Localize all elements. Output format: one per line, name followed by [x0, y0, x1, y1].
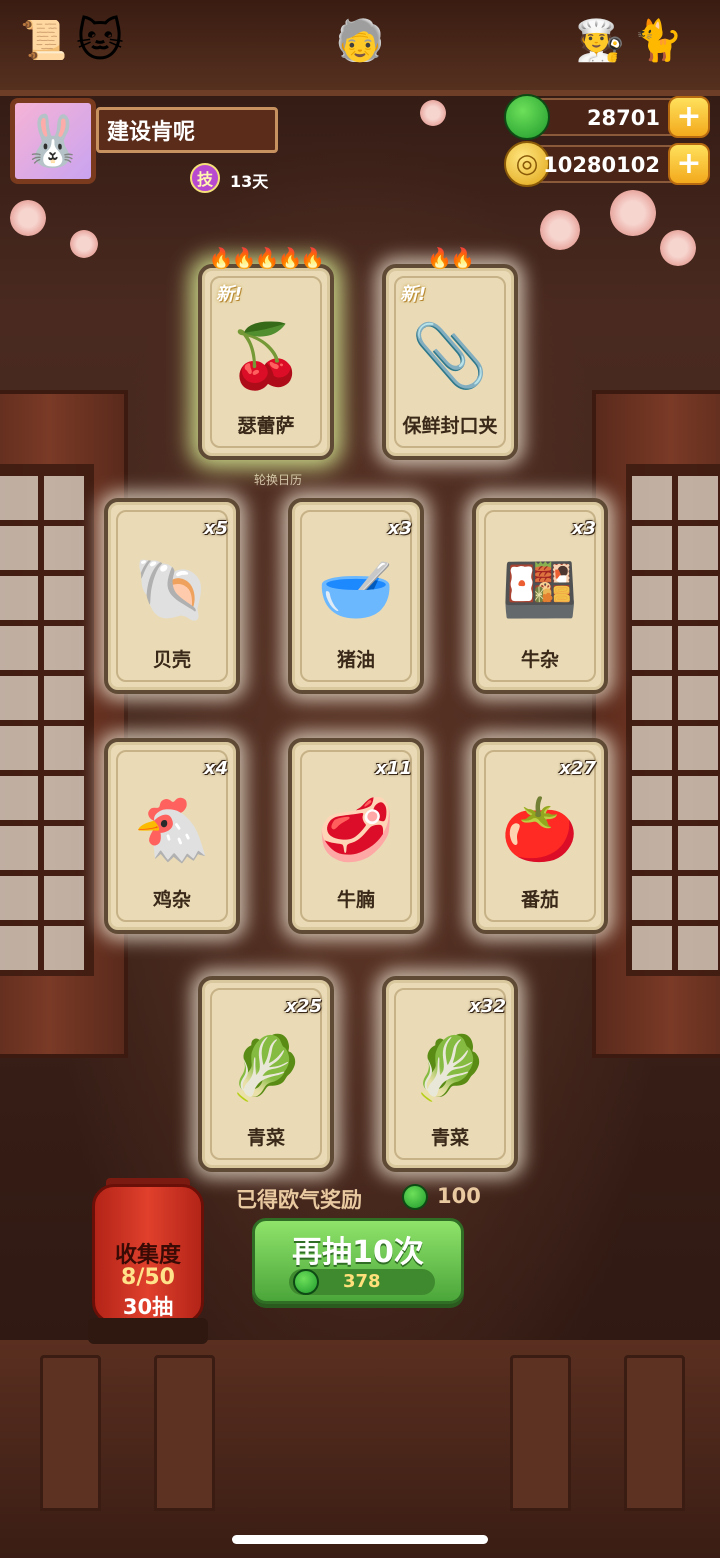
left-pillar [0, 390, 128, 1058]
draw-again-label: 再抽10次 [292, 1235, 424, 1270]
card-label: 瑟蕾萨 [237, 415, 295, 437]
draw-again-button[interactable]: 再抽10次 378 [252, 1218, 464, 1304]
avatar-icon: 🐰 [21, 111, 85, 170]
card-label: 猪油 [336, 649, 375, 671]
card-count: x11 [375, 758, 412, 779]
add-coins-button[interactable]: + [668, 143, 710, 185]
card-count: x3 [571, 518, 596, 539]
white-cat-icon: 🐈 [633, 17, 683, 64]
coin-currency-bar: ◎ 10280102 + [504, 141, 710, 187]
blossom-decoration [10, 200, 46, 236]
rotation-calendar-label: 轮换日历 [254, 473, 303, 487]
player-name-plate: 建设肯呢 [96, 107, 278, 153]
chicken-icon: 🐔 [133, 793, 211, 866]
card-beef-brisket[interactable]: x11 🥩 牛腩 [288, 738, 424, 934]
card-shell[interactable]: x5 🐚 贝壳 [104, 498, 240, 694]
cherry-icon: 🍒 [227, 319, 305, 392]
card-tomato[interactable]: x27 🍅 番茄 [472, 738, 608, 934]
apple-currency-bar: 28701 + [504, 94, 710, 140]
shell-icon: 🐚 [133, 553, 211, 626]
blossom-decoration [610, 190, 656, 236]
card-label: 牛腩 [336, 889, 375, 911]
card-count: x3 [387, 518, 412, 539]
lard-bowl-icon: 🥣 [317, 553, 395, 626]
green-apple-icon [504, 94, 550, 140]
lantern-stand [88, 1318, 208, 1344]
card-lard[interactable]: x3 🥣 猪油 [288, 498, 424, 694]
card-count: x27 [559, 758, 596, 779]
new-badge: 新! [400, 284, 427, 305]
fence-post [154, 1355, 215, 1511]
greens-icon: 🥬 [227, 1031, 305, 1104]
cat-mascot-icon: 🐱 [76, 13, 124, 67]
fence-post [40, 1355, 101, 1511]
green-apple-icon [293, 1269, 319, 1295]
right-lattice-window [626, 464, 720, 976]
card-rare-2[interactable]: 🔥🔥 新! 📎 保鲜封口夹 [382, 246, 518, 460]
card-count: x32 [469, 996, 506, 1017]
card-count: x25 [285, 996, 322, 1017]
card-label: 青菜 [430, 1127, 469, 1149]
apple-amount: 28701 [586, 106, 660, 130]
luck-reward-value: 100 [437, 1184, 481, 1208]
tomato-icon: 🍅 [501, 793, 579, 866]
home-indicator[interactable] [232, 1535, 488, 1544]
right-pillar [592, 390, 720, 1058]
card-label: 鸡杂 [152, 889, 191, 911]
card-label: 番茄 [520, 889, 559, 911]
skill-badge-icon[interactable]: 技 [190, 163, 220, 193]
blossom-decoration [420, 100, 446, 126]
draw-cost-value: 378 [343, 1271, 381, 1292]
new-badge: 新! [216, 284, 243, 305]
seal-clip-icon: 📎 [411, 319, 489, 392]
fence-post [624, 1355, 685, 1511]
floor [0, 1340, 720, 1558]
chef-character-icon: 🧑‍🍳 [575, 17, 625, 64]
flame-rating-icon: 🔥🔥🔥🔥🔥 [208, 246, 326, 270]
flame-rating-icon: 🔥🔥 [427, 246, 475, 270]
left-lattice-window [0, 464, 94, 976]
blossom-decoration [660, 230, 696, 266]
green-apple-icon [402, 1184, 428, 1210]
blossom-decoration [540, 210, 580, 250]
player-name: 建设肯呢 [107, 120, 196, 145]
card-label: 保鲜封口夹 [402, 415, 498, 437]
card-count: x5 [203, 518, 228, 539]
player-avatar[interactable]: 🐰 [10, 98, 96, 184]
days-counter: 13天 [230, 172, 269, 191]
fence-post [510, 1355, 571, 1511]
beef-offal-icon: 🍱 [501, 553, 579, 626]
card-beef-offal[interactable]: x3 🍱 牛杂 [472, 498, 608, 694]
card-count: x4 [203, 758, 228, 779]
beef-brisket-icon: 🥩 [317, 793, 395, 866]
card-chicken-giblets[interactable]: x4 🐔 鸡杂 [104, 738, 240, 934]
collection-draws: 30抽 [122, 1295, 174, 1319]
greens-icon: 🥬 [411, 1031, 489, 1104]
card-greens-2[interactable]: x32 🥬 青菜 [382, 976, 518, 1172]
card-label: 青菜 [246, 1127, 285, 1149]
add-apples-button[interactable]: + [668, 96, 710, 138]
coin-amount: 10280102 [543, 153, 660, 177]
hanging-scroll-icon: 📜 [20, 17, 68, 62]
card-greens-1[interactable]: x25 🥬 青菜 [198, 976, 334, 1172]
collection-lantern[interactable]: 收集度 8/50 30抽 [92, 1184, 204, 1324]
grandpa-portrait-icon: 🧓 [335, 17, 385, 64]
blossom-decoration [70, 230, 98, 258]
collection-progress: 8/50 [121, 1265, 175, 1290]
card-rare-1[interactable]: 🔥🔥🔥🔥🔥 新! 🍒 瑟蕾萨 [198, 246, 334, 460]
luck-reward-text: 已得欧气奖励 [236, 1188, 362, 1212]
card-label: 贝壳 [152, 649, 191, 671]
card-label: 牛杂 [520, 649, 559, 671]
